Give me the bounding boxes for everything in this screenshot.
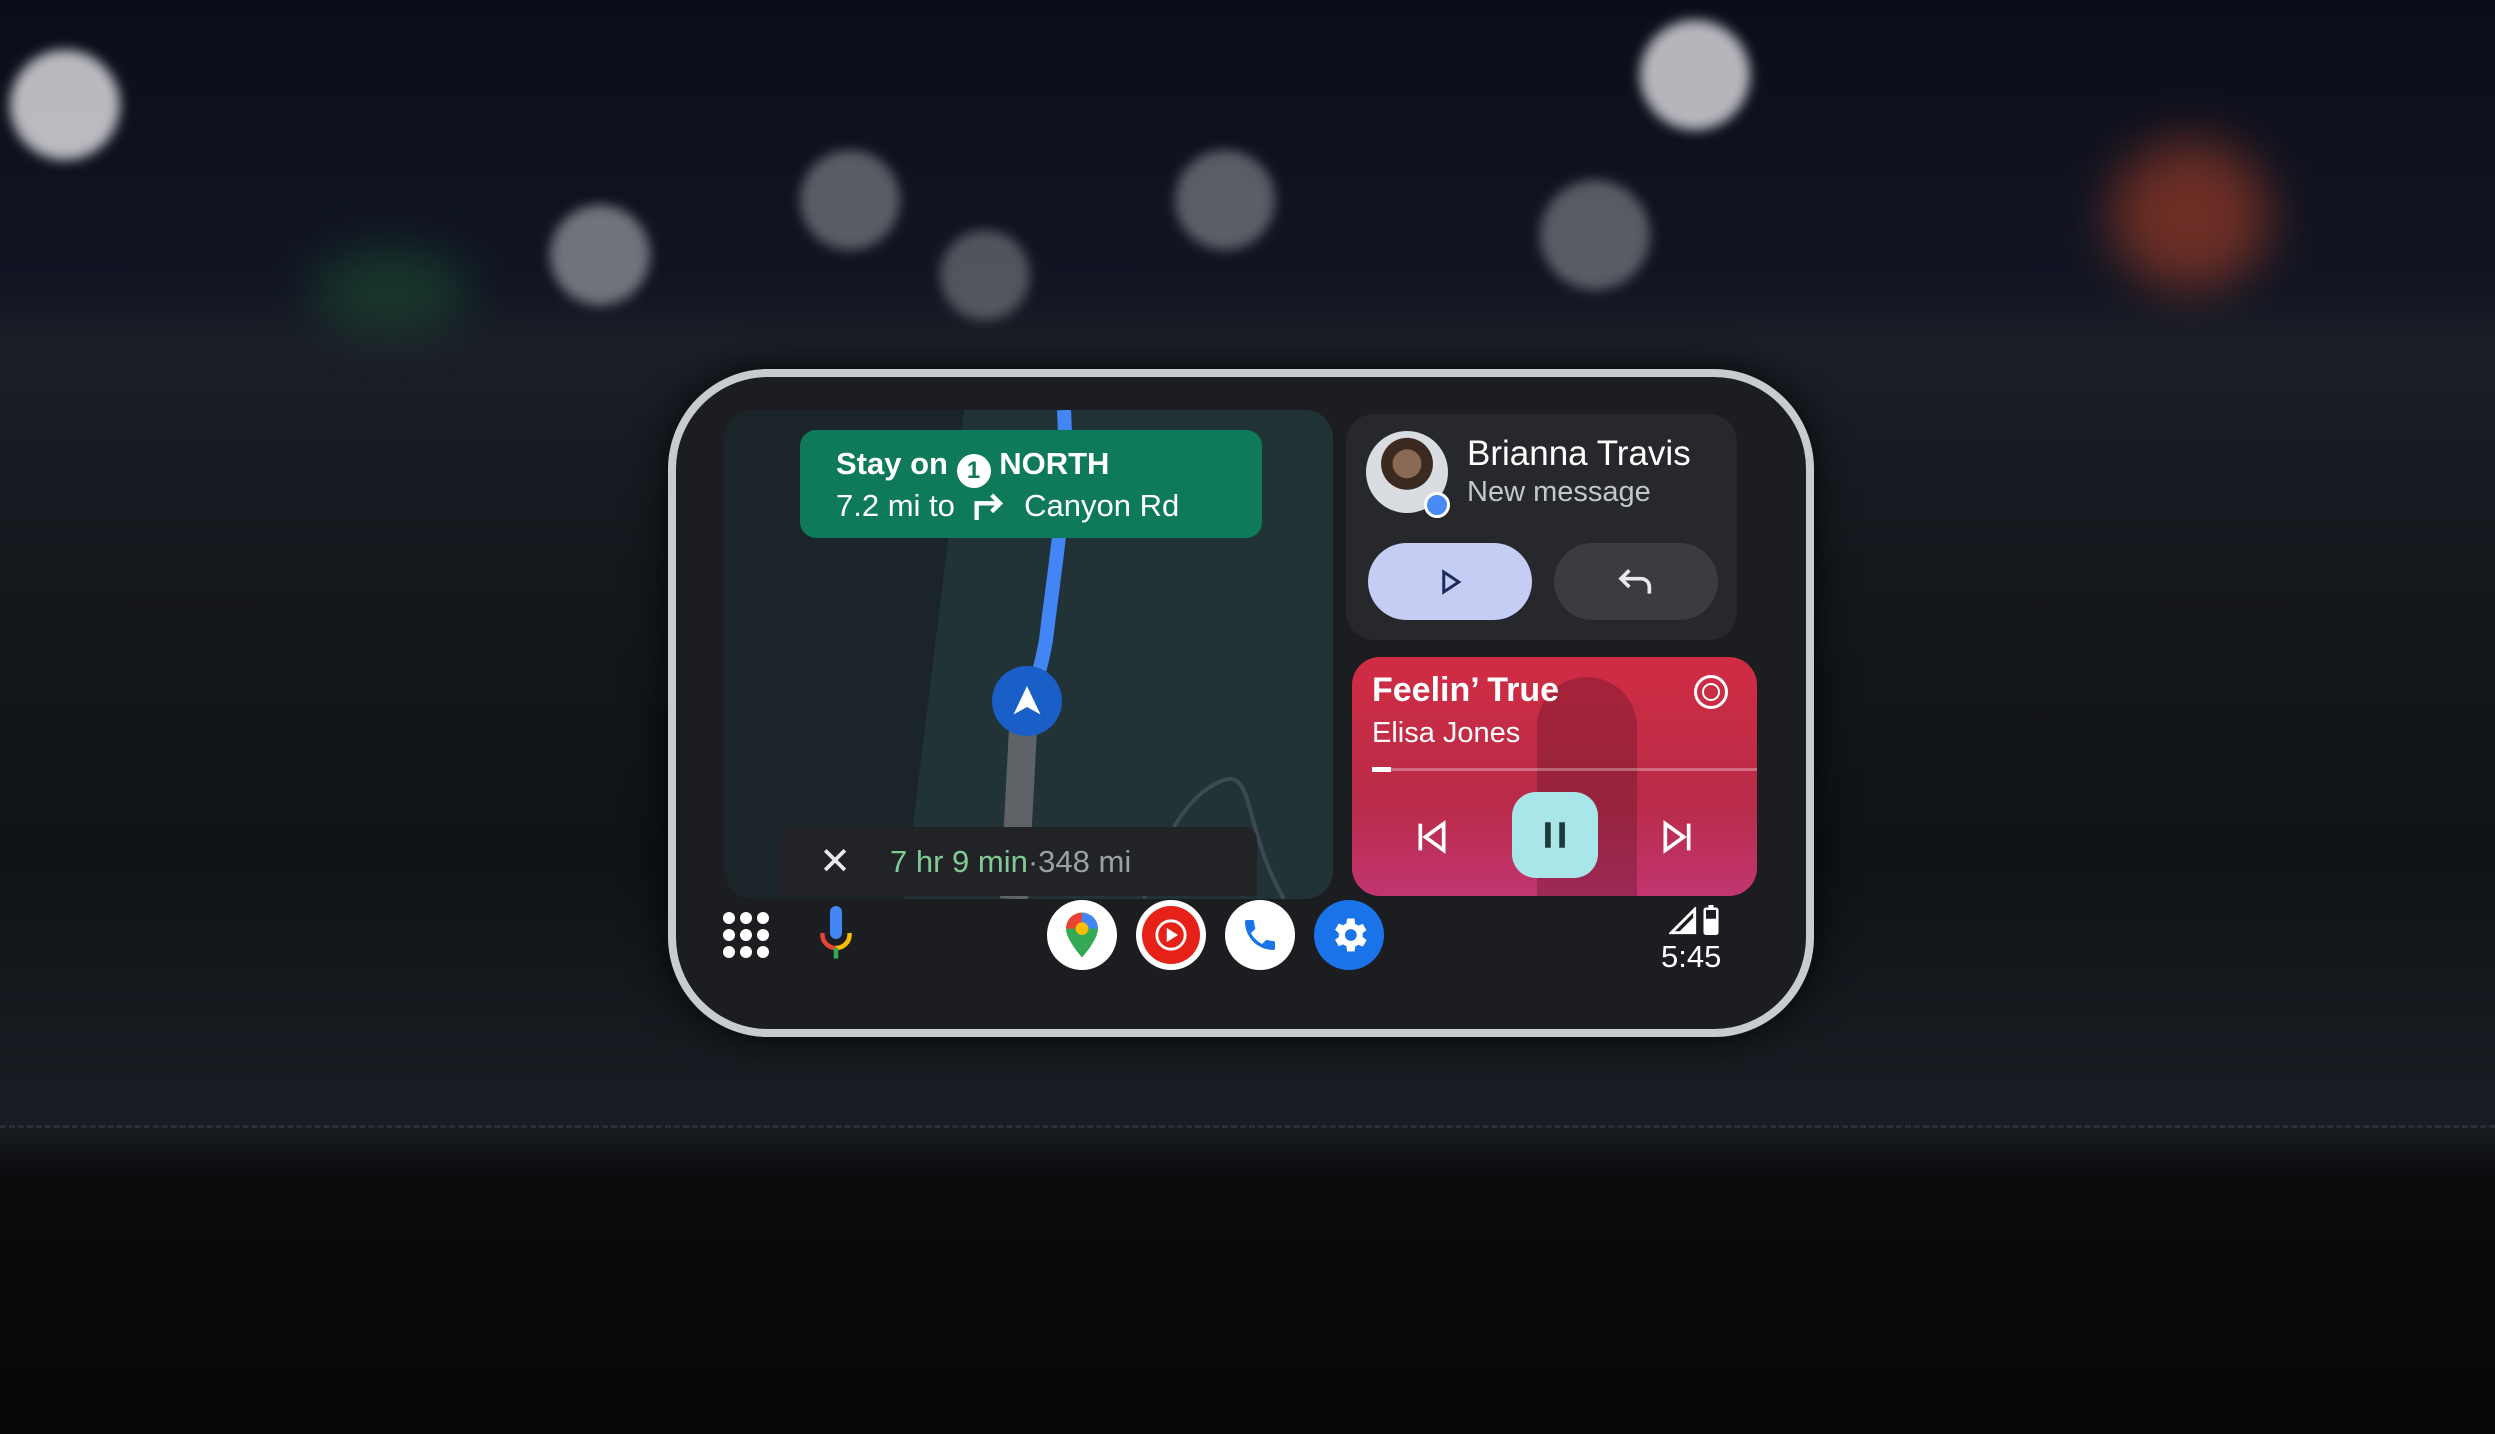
- message-subtitle: New message: [1467, 476, 1651, 508]
- message-card[interactable]: Brianna Travis New message: [1346, 414, 1737, 640]
- route-shield-icon: 1: [956, 454, 991, 488]
- skip-next-icon: [1663, 820, 1691, 854]
- infotainment-display: Stay on 1 NORTH 7.2 mi to Canyon Rd ✕ 7 …: [668, 369, 1814, 1037]
- background-light: [1175, 150, 1275, 250]
- eta-distance: 348 mi: [1038, 843, 1132, 879]
- progress-fill: [1372, 767, 1392, 772]
- gear-icon: [1335, 918, 1367, 952]
- turn-right-icon: [974, 493, 1003, 520]
- background-light: [310, 250, 470, 330]
- track-title: Feelin’ True: [1372, 671, 1560, 709]
- dock-app-phone[interactable]: [1225, 900, 1295, 970]
- phone-icon: [1245, 920, 1275, 950]
- turn-instruction-banner[interactable]: Stay on 1 NORTH 7.2 mi to Canyon Rd: [800, 430, 1262, 538]
- next-track-button[interactable]: [1647, 807, 1707, 867]
- dashboard-stitching: [0, 1125, 2495, 1128]
- dock-app-google-maps[interactable]: [1047, 900, 1117, 970]
- messages-badge-icon: [1424, 492, 1450, 518]
- background-light: [1640, 20, 1750, 130]
- close-navigation-button[interactable]: ✕: [780, 839, 890, 884]
- previous-track-button[interactable]: [1402, 807, 1462, 867]
- pause-icon: [1545, 822, 1565, 848]
- street-name: Canyon Rd: [1024, 488, 1180, 523]
- progress-track[interactable]: [1372, 767, 1757, 772]
- voice-assistant-button[interactable]: [806, 903, 866, 967]
- maps-pin-icon: [1066, 912, 1098, 958]
- background-light: [10, 50, 120, 160]
- status-icons: [1669, 905, 1719, 935]
- pause-button[interactable]: [1512, 792, 1598, 878]
- android-auto-screen: Stay on 1 NORTH 7.2 mi to Canyon Rd ✕ 7 …: [676, 377, 1806, 1029]
- distance: 7.2 mi to: [836, 488, 955, 523]
- background-light: [1540, 180, 1650, 290]
- clock: 5:45: [1661, 939, 1722, 974]
- skip-previous-icon: [1418, 820, 1446, 854]
- app-launcher-button[interactable]: [716, 905, 776, 965]
- reply-button[interactable]: [1554, 543, 1718, 620]
- signal-icon: [1669, 907, 1697, 935]
- background-light: [800, 150, 900, 250]
- media-card[interactable]: Feelin’ True Elisa Jones: [1352, 657, 1757, 896]
- eta-separator: ·: [1027, 843, 1039, 879]
- dock-app-youtube-music[interactable]: [1136, 900, 1206, 970]
- trip-eta-bar: ✕ 7 hr 9 min · 348 mi: [780, 827, 1257, 896]
- youtube-music-icon: [1142, 906, 1200, 964]
- current-location-arrow: [992, 666, 1062, 736]
- direction: NORTH: [999, 446, 1110, 481]
- background-light: [940, 230, 1030, 320]
- battery-icon: [1703, 905, 1719, 935]
- instruction-prefix: Stay on: [836, 446, 948, 481]
- artist-name: Elisa Jones: [1372, 717, 1521, 749]
- eta-time: 7 hr 9 min: [890, 843, 1028, 879]
- background-light: [550, 205, 650, 305]
- play-icon: [1442, 568, 1462, 595]
- dock-app-settings[interactable]: [1314, 900, 1384, 970]
- background-light: [2110, 140, 2270, 290]
- play-message-button[interactable]: [1368, 543, 1532, 620]
- microphone-icon: [820, 906, 852, 959]
- contact-name: Brianna Travis: [1467, 434, 1691, 473]
- reply-icon: [1618, 568, 1652, 594]
- youtube-music-source-icon: [1694, 675, 1728, 709]
